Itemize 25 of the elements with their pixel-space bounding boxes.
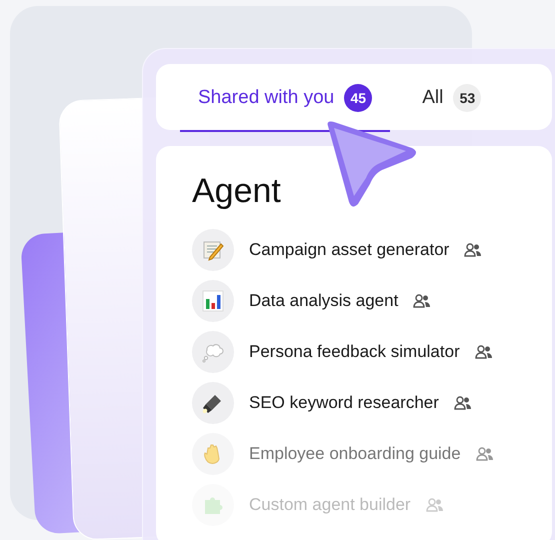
people-icon (464, 242, 482, 258)
flashlight-icon (202, 392, 224, 414)
people-icon (413, 293, 432, 309)
agent-item[interactable]: Campaign asset generator (192, 229, 552, 271)
bar-chart-icon (202, 290, 224, 312)
tab[interactable]: All 53 (404, 66, 500, 132)
agent-name: Persona feedback simulator (249, 341, 460, 364)
people-icon (454, 395, 472, 411)
agent-name: Custom agent builder (249, 494, 411, 516)
agent-item[interactable]: SEO keyword researcher (192, 382, 552, 424)
agent-name: SEO keyword researcher (249, 392, 439, 414)
agent-item[interactable]: Persona feedback simulator (192, 331, 552, 373)
count-badge: 53 (453, 84, 482, 112)
people-icon (426, 497, 444, 513)
agent-item[interactable]: Employee onboarding guide (192, 433, 552, 475)
people-icon (474, 344, 493, 360)
notepad-pencil-icon (202, 239, 224, 261)
agent-item[interactable]: Data analysis agent (192, 280, 552, 322)
agent-name: Campaign asset generator (249, 239, 450, 262)
thought-bubble-icon (202, 341, 224, 363)
section-title: Agent (192, 171, 282, 212)
agent-name: Data analysis agent (249, 290, 398, 312)
agent-name: Employee onboarding guide (249, 443, 461, 466)
people-icon (476, 446, 494, 462)
count-badge: 45 (344, 84, 372, 112)
